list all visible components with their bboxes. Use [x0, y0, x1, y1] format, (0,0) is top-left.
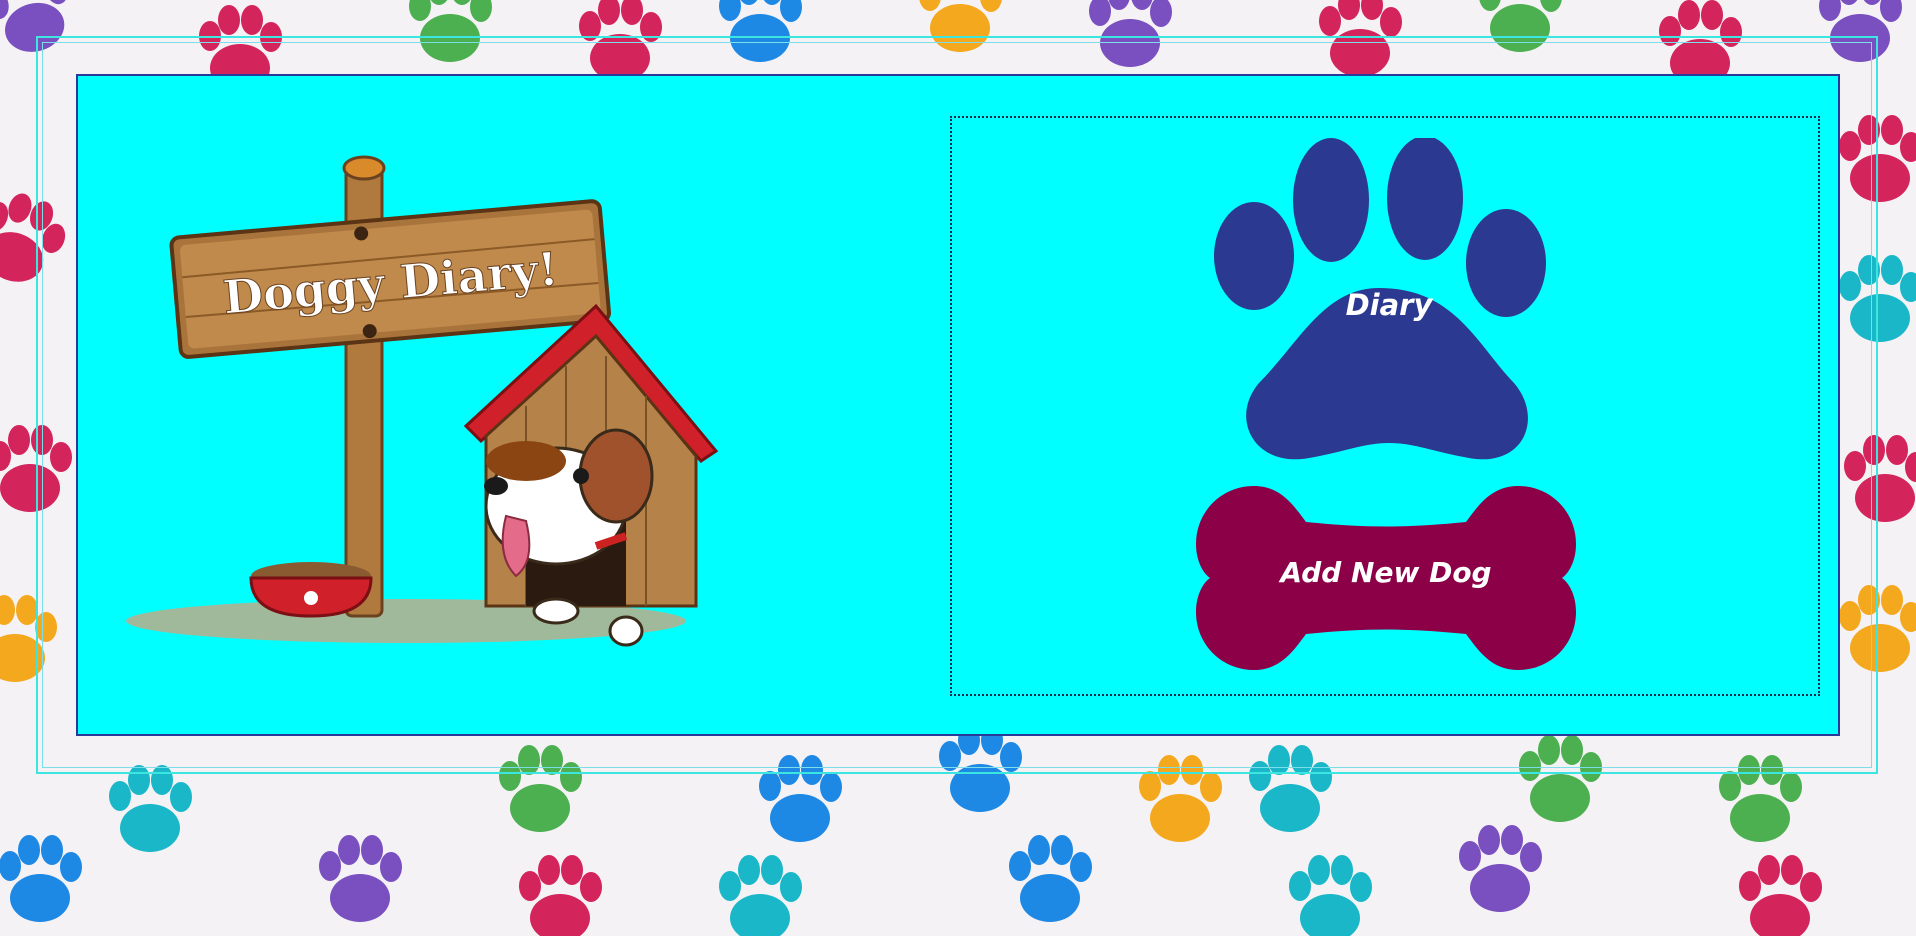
- doggy-diary-logo: Doggy Diary!: [126, 116, 726, 706]
- diary-button[interactable]: Diary: [1214, 138, 1564, 478]
- add-new-dog-label: Add New Dog: [1280, 556, 1492, 589]
- diary-label: Diary: [1345, 288, 1433, 322]
- main-panel: Doggy Diary! Diary Add New Dog: [76, 74, 1840, 736]
- navigation-box: Diary Add New Dog: [950, 116, 1820, 696]
- add-new-dog-button[interactable]: Add New Dog: [1196, 482, 1576, 672]
